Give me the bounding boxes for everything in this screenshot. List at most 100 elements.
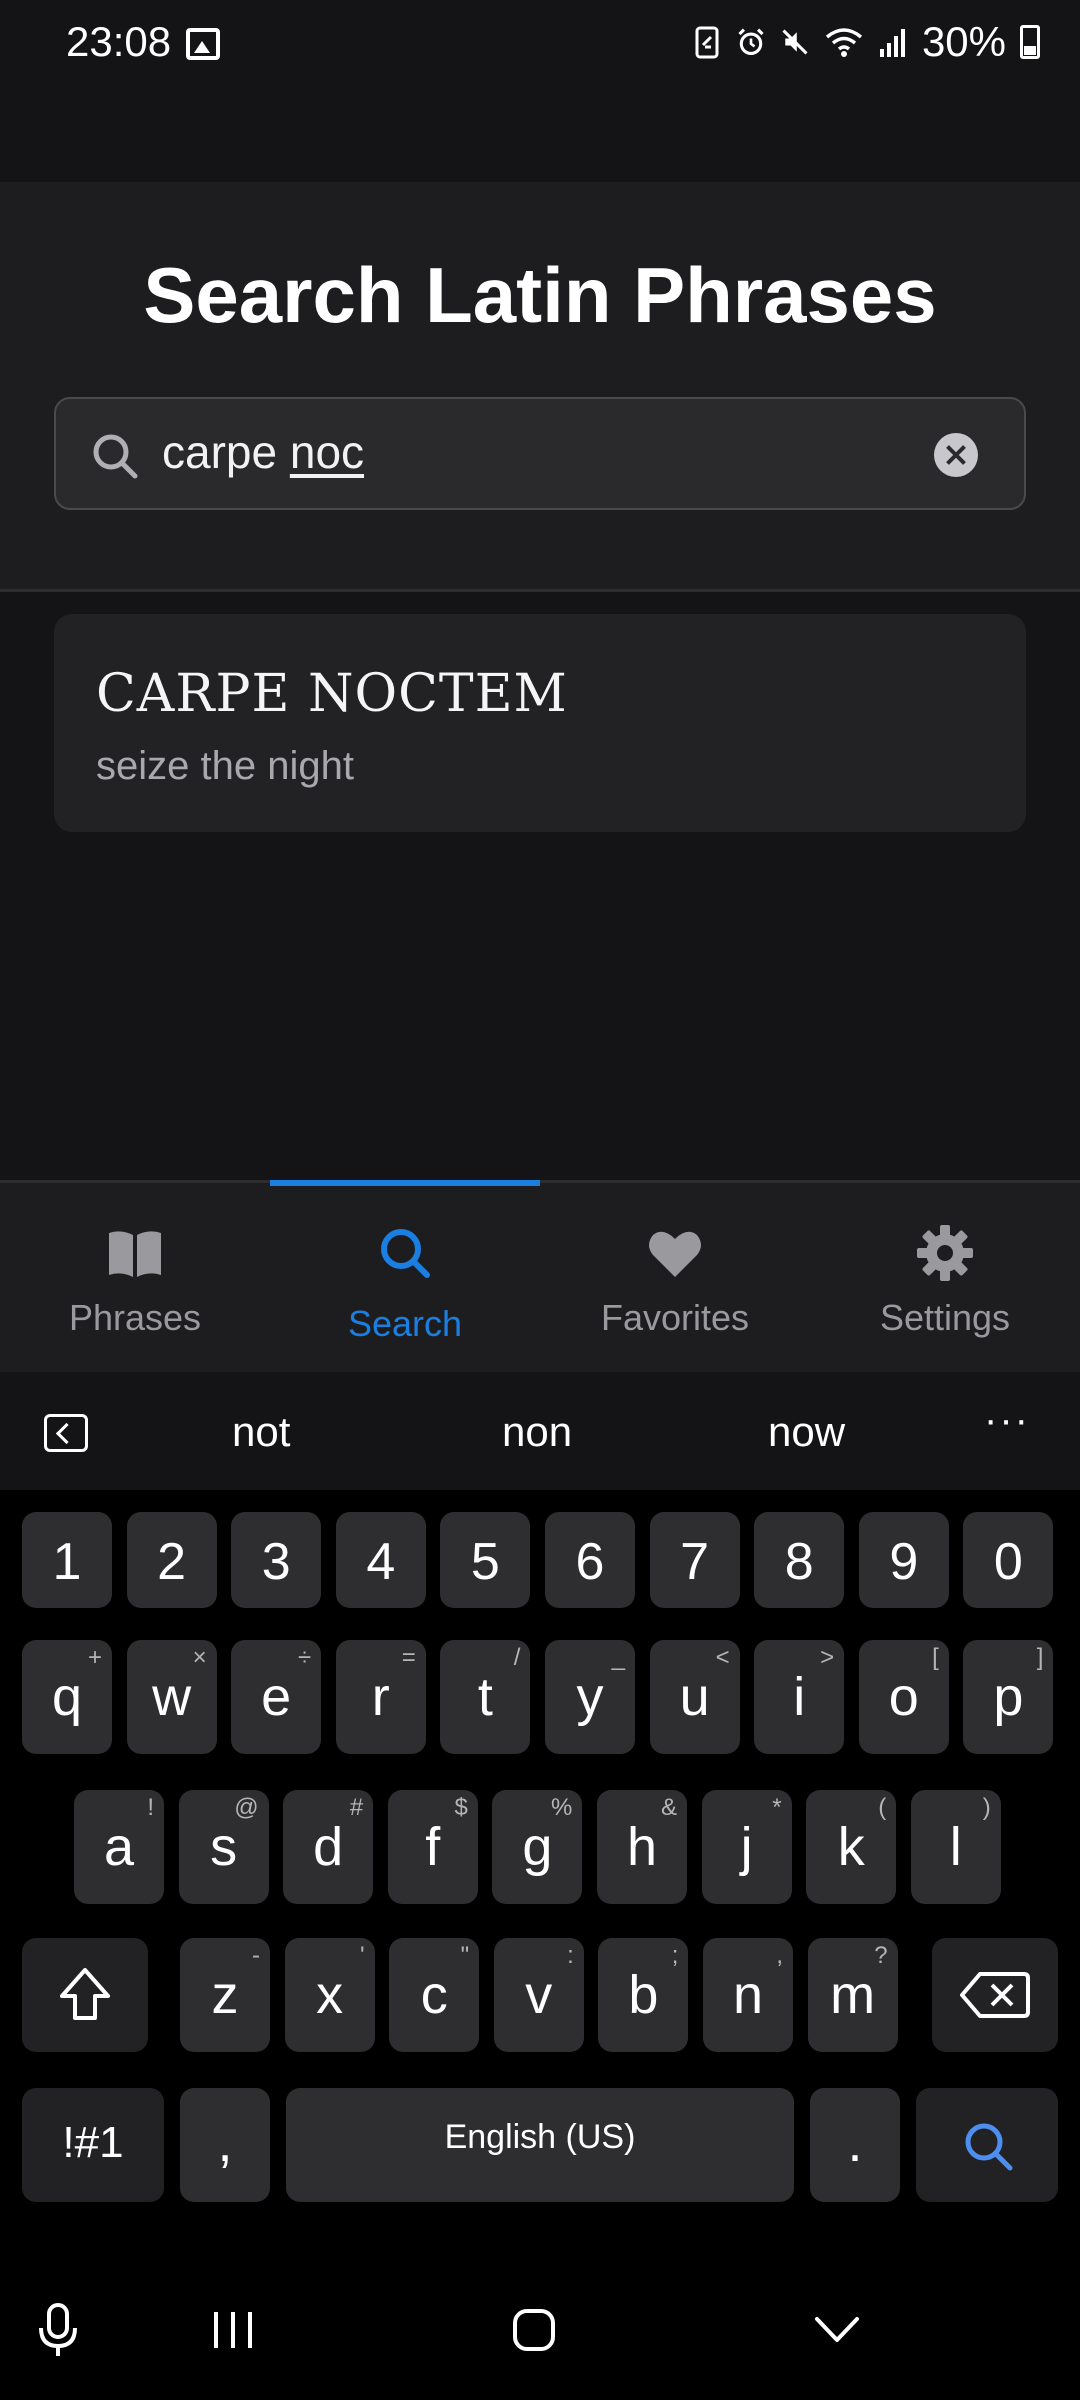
key-7[interactable]: 7 bbox=[649, 1512, 740, 1608]
comma-key[interactable]: , bbox=[180, 2088, 270, 2202]
recent-apps-icon[interactable] bbox=[210, 2310, 256, 2350]
symbols-key[interactable]: !#1 bbox=[22, 2088, 164, 2202]
backspace-icon bbox=[960, 1972, 1030, 2018]
search-key[interactable] bbox=[916, 2088, 1058, 2202]
alarm-icon bbox=[738, 28, 764, 56]
key-6-label: 6 bbox=[575, 1533, 605, 1591]
microphone-icon[interactable] bbox=[38, 2302, 78, 2358]
key-j-label: j bbox=[740, 1817, 753, 1877]
key-a[interactable]: ! a bbox=[74, 1790, 164, 1904]
key-z[interactable]: -z bbox=[180, 1938, 270, 2052]
key-s[interactable]: @ s bbox=[178, 1790, 269, 1904]
key-u[interactable]: < u bbox=[649, 1640, 740, 1754]
key-2[interactable]: 2 bbox=[126, 1512, 217, 1608]
search-icon bbox=[93, 434, 138, 479]
key-x-label: x bbox=[316, 1965, 344, 2025]
battery-saver-icon bbox=[695, 26, 719, 59]
suggestion-2[interactable]: non bbox=[502, 1408, 572, 1456]
key-m[interactable]: ? m bbox=[807, 1938, 898, 2052]
key-e[interactable]: ÷ e bbox=[231, 1640, 322, 1754]
comma-key-label: , bbox=[217, 2113, 233, 2173]
key-6[interactable]: 6 bbox=[545, 1512, 635, 1608]
key-h-label: h bbox=[626, 1817, 658, 1877]
search-input-text: carpe bbox=[162, 426, 290, 478]
tab-phrases[interactable]: Phrases bbox=[0, 1183, 270, 1375]
key-8[interactable]: 8 bbox=[754, 1512, 845, 1608]
search-header: Search Latin Phrases carpe noc bbox=[0, 182, 1080, 592]
more-options-icon[interactable]: ··· bbox=[984, 1398, 1030, 1443]
key-p[interactable]: ] p bbox=[963, 1640, 1054, 1754]
key-c[interactable]: " c bbox=[389, 1938, 480, 2052]
symbols-key-label: !#1 bbox=[62, 2118, 124, 2167]
key-9[interactable]: 9 bbox=[858, 1512, 949, 1608]
key-3[interactable]: 3 bbox=[231, 1512, 322, 1608]
space-key[interactable]: English (US) bbox=[286, 2088, 794, 2202]
key-q[interactable]: + q bbox=[22, 1640, 112, 1754]
key-a-label: a bbox=[103, 1817, 135, 1877]
hide-keyboard-icon[interactable] bbox=[814, 2316, 860, 2344]
key-l[interactable]: ) l bbox=[910, 1790, 1001, 1904]
status-bar: 23:08 30% bbox=[0, 0, 1080, 90]
keyboard-collapse-icon[interactable] bbox=[44, 1414, 88, 1452]
tab-favorites[interactable]: Favorites bbox=[540, 1183, 810, 1375]
key-s-label: s bbox=[210, 1817, 238, 1877]
key-y-label: y bbox=[576, 1667, 604, 1727]
clear-icon[interactable] bbox=[934, 433, 978, 477]
key-5[interactable]: 5 bbox=[440, 1512, 531, 1608]
key-0[interactable]: 0 bbox=[963, 1512, 1054, 1608]
search-input[interactable]: carpe noc bbox=[162, 425, 364, 479]
key-h[interactable]: & h bbox=[597, 1790, 687, 1904]
suggestion-3[interactable]: now bbox=[768, 1408, 845, 1456]
key-2-label: 2 bbox=[157, 1533, 187, 1591]
bottom-nav: Phrases Search Favorites Settings bbox=[0, 1180, 1080, 1372]
key-t[interactable]: / t bbox=[440, 1640, 531, 1754]
key-m-label: m bbox=[830, 1965, 876, 2025]
key-o[interactable]: [o bbox=[858, 1640, 949, 1754]
key-x[interactable]: ' x bbox=[284, 1938, 375, 2052]
key-y[interactable]: _ y bbox=[545, 1640, 635, 1754]
tab-search[interactable]: Search bbox=[270, 1183, 540, 1375]
search-field[interactable]: carpe noc bbox=[54, 397, 1026, 510]
battery-percent: 30% bbox=[921, 18, 1006, 65]
system-nav-bar bbox=[0, 2272, 1080, 2400]
tab-search-label: Search bbox=[347, 1303, 463, 1344]
signal-icon bbox=[879, 29, 905, 57]
key-i[interactable]: > i bbox=[754, 1640, 845, 1754]
key-8-label: 8 bbox=[784, 1533, 814, 1591]
key-b[interactable]: ; b bbox=[598, 1938, 689, 2052]
backspace-key[interactable] bbox=[932, 1938, 1058, 2052]
tab-phrases-label: Phrases bbox=[68, 1297, 202, 1338]
key-f[interactable]: $ f bbox=[387, 1790, 478, 1904]
key-r-label: r bbox=[371, 1667, 390, 1727]
search-icon bbox=[381, 1229, 430, 1278]
key-1[interactable]: 1 bbox=[22, 1512, 112, 1608]
period-key-label: . bbox=[847, 2113, 863, 2173]
key-n[interactable]: ,n bbox=[703, 1938, 793, 2052]
key-v-label: v bbox=[525, 1965, 553, 2025]
key-k[interactable]: (k bbox=[806, 1790, 897, 1904]
book-icon bbox=[109, 1231, 161, 1277]
key-w[interactable]: × w bbox=[126, 1640, 217, 1754]
key-j[interactable]: * j bbox=[701, 1790, 792, 1904]
key-v[interactable]: :v bbox=[493, 1938, 584, 2052]
key-4[interactable]: 4 bbox=[335, 1512, 426, 1608]
key-d[interactable]: # d bbox=[283, 1790, 374, 1904]
key-0-label: 0 bbox=[993, 1533, 1023, 1591]
key-w-label: w bbox=[152, 1667, 192, 1727]
key-q-label: q bbox=[51, 1667, 83, 1727]
shift-key[interactable] bbox=[22, 1938, 148, 2052]
result-translation: seize the night bbox=[96, 744, 354, 788]
suggestion-1[interactable]: not bbox=[232, 1408, 290, 1456]
period-key[interactable]: . bbox=[810, 2088, 900, 2202]
key-r[interactable]: = r bbox=[335, 1640, 426, 1754]
battery-icon bbox=[1020, 25, 1040, 59]
tab-settings[interactable]: Settings bbox=[810, 1183, 1080, 1375]
keyboard: not non now ··· 1 2 3 4 5 6 7 8 9 0 + q × w ÷ e = r / t _ y < u… bbox=[0, 1372, 1080, 2272]
search-icon bbox=[965, 2123, 1013, 2171]
key-k-label: k bbox=[837, 1817, 865, 1877]
key-g[interactable]: % g bbox=[492, 1790, 583, 1904]
key-g-label: g bbox=[522, 1817, 553, 1877]
tab-favorites-label: Favorites bbox=[600, 1297, 750, 1338]
home-icon[interactable] bbox=[512, 2308, 556, 2352]
result-card[interactable]: CARPE NOCTEM seize the night bbox=[54, 614, 1026, 832]
